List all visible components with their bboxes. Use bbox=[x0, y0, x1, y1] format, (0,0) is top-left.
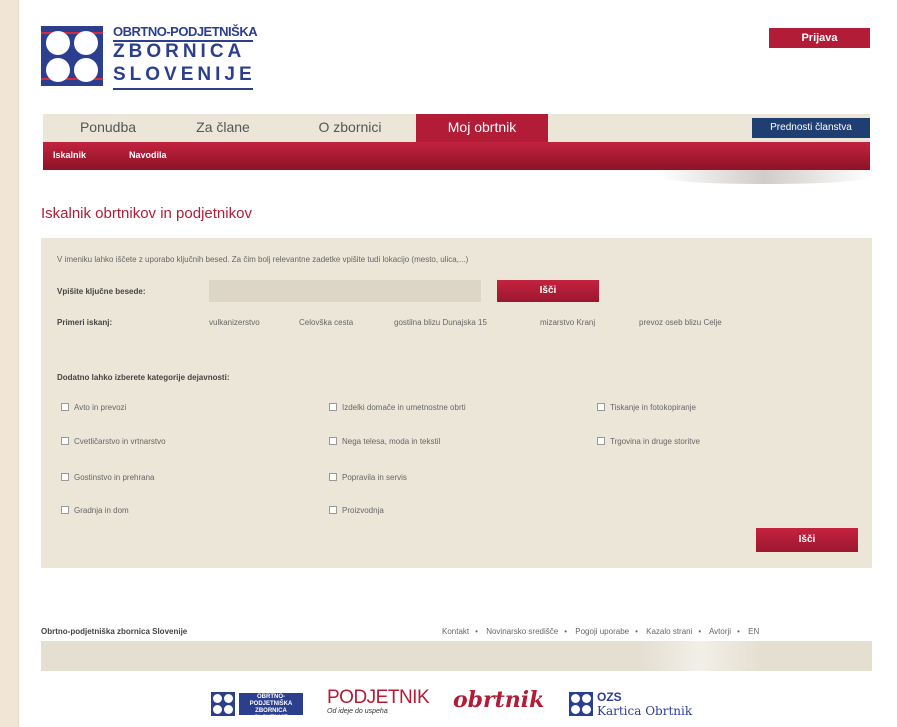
logo-line-1: OBRTNO-PODJETNIŠKA bbox=[113, 24, 258, 39]
logo-line-3: SLOVENIJE bbox=[113, 64, 256, 85]
checkbox-icon[interactable] bbox=[61, 437, 69, 445]
page-title: Iskalnik obrtnikov in podjetnikov bbox=[41, 205, 252, 222]
footer-link-pogoji-uporabe[interactable]: Pogoji uporabe bbox=[575, 627, 629, 636]
subnav-item-iskalnik[interactable]: Iskalnik bbox=[53, 150, 86, 160]
category-checkbox[interactable]: Nega telesa, moda in tekstil bbox=[329, 437, 440, 446]
category-checkbox[interactable]: Cvetličarstvo in vrtnarstvo bbox=[61, 437, 166, 446]
category-checkbox[interactable]: Izdelki domače in umetnostne obrti bbox=[329, 403, 466, 412]
example-link[interactable]: mizarstvo Kranj bbox=[540, 318, 595, 327]
search-intro-text: V imeniku lahko iščete z uporabo ključni… bbox=[57, 255, 469, 264]
checkbox-icon[interactable] bbox=[597, 437, 605, 445]
footer-link-novinarsko-sredisce[interactable]: Novinarsko središče bbox=[486, 627, 558, 636]
tab-ponudba[interactable]: Ponudba bbox=[63, 114, 153, 142]
membership-benefits-button[interactable]: Prednosti članstva bbox=[752, 118, 870, 138]
footer-link-avtorji[interactable]: Avtorji bbox=[709, 627, 731, 636]
site-logo[interactable]: OBRTNO-PODJETNIŠKA ZBORNICA SLOVENIJE bbox=[41, 22, 258, 92]
category-checkbox[interactable]: Gostinstvo in prehrana bbox=[61, 473, 155, 482]
category-checkbox[interactable]: Gradnja in dom bbox=[61, 506, 129, 515]
logo-line-2: ZBORNICA bbox=[113, 41, 246, 62]
footer-link-kontakt[interactable]: Kontakt bbox=[442, 627, 469, 636]
login-button[interactable]: Prijava bbox=[769, 28, 870, 48]
keyword-input[interactable] bbox=[209, 280, 481, 302]
checkbox-icon[interactable] bbox=[61, 473, 69, 481]
page-container: OBRTNO-PODJETNIŠKA ZBORNICA SLOVENIJE Pr… bbox=[18, 0, 897, 727]
partner-logo-ozs[interactable]: OBRTNO-PODJETNIŠKA ZBORNICA SLOVENIJE bbox=[211, 688, 307, 721]
search-button-bottom[interactable]: Išči bbox=[756, 528, 858, 552]
partner-logo-kartica-obrtnik[interactable]: OZS Kartica Obrtnik bbox=[569, 688, 709, 720]
examples-label: Primeri iskanj: bbox=[57, 318, 113, 327]
example-link[interactable]: Celovška cesta bbox=[299, 318, 353, 327]
tab-moj-obrtnik[interactable]: Moj obrtnik bbox=[416, 114, 548, 144]
subnav-item-navodila[interactable]: Navodila bbox=[129, 150, 167, 160]
example-link[interactable]: vulkanizerstvo bbox=[209, 318, 260, 327]
example-link[interactable]: gostilna blizu Dunajska 15 bbox=[394, 318, 487, 327]
checkbox-icon[interactable] bbox=[329, 403, 337, 411]
ozs-logo-mark-icon bbox=[41, 26, 103, 86]
main-nav: Ponudba Za člane O zbornici Moj obrtnik bbox=[43, 114, 870, 144]
partner-logo-podjetnik[interactable]: PODJETNIK Od ideje do uspeha bbox=[327, 688, 430, 720]
footer-link-en[interactable]: EN bbox=[748, 627, 759, 636]
ozs-logo-mark-icon bbox=[569, 692, 593, 716]
keyword-label: Vpišite ključne besede: bbox=[57, 287, 146, 296]
checkbox-icon[interactable] bbox=[329, 437, 337, 445]
tab-o-zbornici[interactable]: O zbornici bbox=[295, 114, 405, 142]
footer-org-name: Obrtno-podjetniška zbornica Slovenije bbox=[41, 627, 188, 636]
sub-nav: Iskalnik Navodila bbox=[43, 142, 870, 170]
checkbox-icon[interactable] bbox=[329, 473, 337, 481]
footer-link-kazalo-strani[interactable]: Kazalo strani bbox=[646, 627, 692, 636]
category-checkbox[interactable]: Tiskanje in fotokopiranje bbox=[597, 403, 696, 412]
partner-logo-obrtnik[interactable]: obrtnik bbox=[453, 688, 544, 720]
checkbox-icon[interactable] bbox=[597, 403, 605, 411]
category-checkbox[interactable]: Popravila in servis bbox=[329, 473, 407, 482]
footer-bar bbox=[41, 641, 872, 671]
categories-label: Dodatno lahko izberete kategorije dejavn… bbox=[57, 373, 230, 382]
search-button[interactable]: Išči bbox=[497, 280, 599, 302]
example-link[interactable]: prevoz oseb blizu Celje bbox=[639, 318, 722, 327]
checkbox-icon[interactable] bbox=[61, 403, 69, 411]
category-checkbox[interactable]: Trgovina in druge storitve bbox=[597, 437, 700, 446]
ozs-logo-mark-icon bbox=[211, 692, 235, 716]
category-checkbox[interactable]: Proizvodnja bbox=[329, 506, 384, 515]
category-checkbox[interactable]: Avto in prevozi bbox=[61, 403, 126, 412]
search-panel: V imeniku lahko iščete z uporabo ključni… bbox=[41, 238, 872, 568]
footer-links: Kontakt • Novinarsko središče • Pogoji upo… bbox=[442, 627, 760, 636]
checkbox-icon[interactable] bbox=[329, 506, 337, 514]
checkbox-icon[interactable] bbox=[61, 506, 69, 514]
tab-za-clane[interactable]: Za člane bbox=[173, 114, 273, 142]
nav-shadow bbox=[659, 170, 870, 184]
